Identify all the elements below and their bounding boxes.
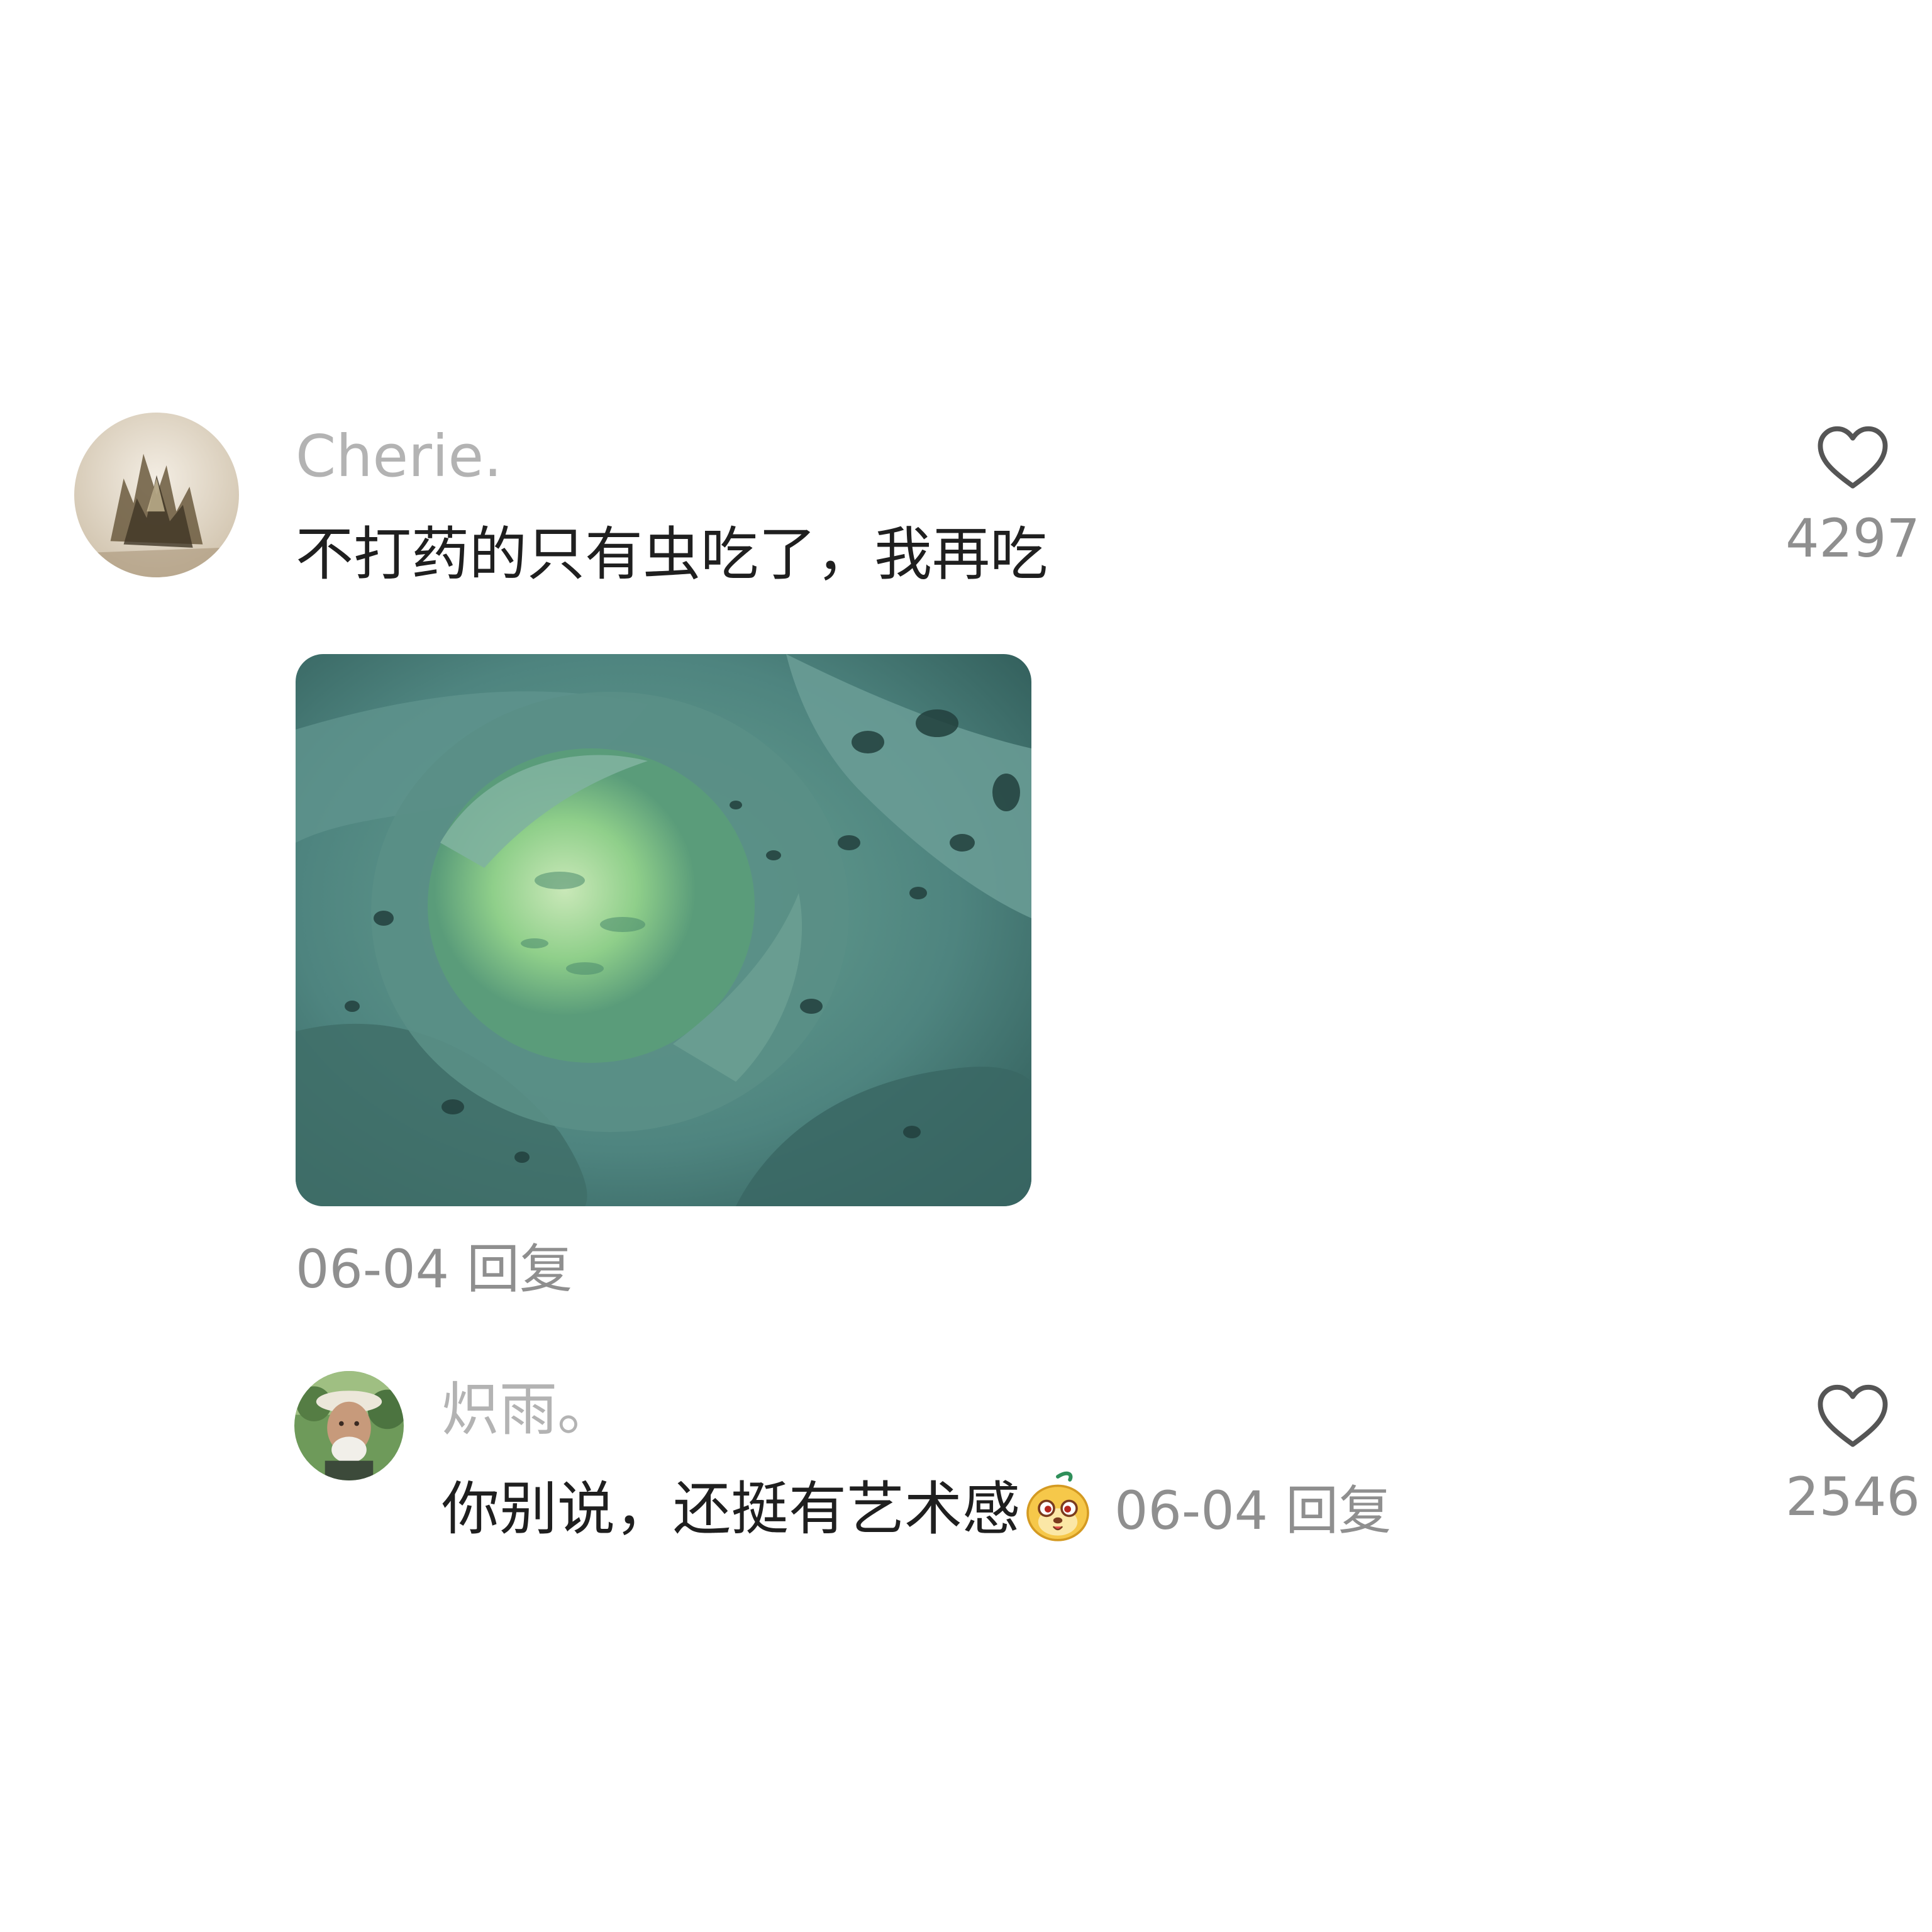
crystal-photo-avatar-icon: [74, 413, 239, 577]
username[interactable]: 炽雨。: [441, 1381, 615, 1439]
heart-icon: [1818, 426, 1888, 489]
comment-list: Cherie. 不打药的只有虫吃了，我再吃 06-04 回复 4297 炽雨。 …: [0, 0, 1932, 1932]
comment-text: 你别说，还挺有艺术感 06-04 回复: [441, 1471, 1391, 1545]
comment-text: 不打药的只有虫吃了，我再吃: [296, 521, 1048, 588]
username[interactable]: Cherie.: [296, 428, 502, 486]
elderly-man-photo-avatar-icon: [294, 1371, 404, 1480]
reply-button[interactable]: 回复: [1285, 1480, 1391, 1541]
heart-icon: [1818, 1384, 1888, 1447]
like-count: 4297: [1785, 508, 1920, 569]
comment-text-content: 你别说，还挺有艺术感: [441, 1475, 1021, 1543]
comment-date: 06-04: [1114, 1480, 1269, 1541]
comment-image[interactable]: [296, 654, 1031, 1206]
comment-meta: 06-04 回复: [1114, 1480, 1391, 1541]
like-button[interactable]: 2546: [1771, 1381, 1932, 1523]
yellow-cartoon-emoji-icon: [1020, 1469, 1096, 1545]
comment-meta: 06-04 回复: [296, 1243, 572, 1296]
cabbage-photo-icon: [296, 654, 1031, 1206]
avatar[interactable]: [294, 1371, 404, 1480]
like-count: 2546: [1785, 1466, 1920, 1528]
reply-button[interactable]: 回复: [467, 1238, 572, 1300]
comment-date: 06-04: [296, 1238, 450, 1300]
like-button[interactable]: 4297: [1771, 423, 1932, 565]
avatar[interactable]: [74, 413, 239, 577]
